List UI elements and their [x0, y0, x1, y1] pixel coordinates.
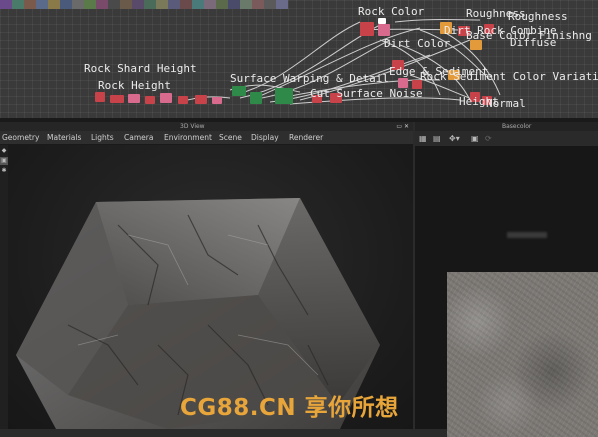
2d-view-title: Basecolor: [502, 123, 532, 130]
2d-view-toolbar: ▦ ▤ ✥▾ ▣ ⟳: [415, 131, 598, 146]
menu-materials[interactable]: Materials: [47, 131, 81, 144]
camera-icon[interactable]: ▣: [0, 157, 8, 165]
frame-label: Rock Shard Height: [84, 62, 197, 75]
layers-icon[interactable]: ▤: [433, 134, 441, 143]
frame-label: Cut Surface Noise: [310, 87, 423, 100]
rock-mesh-preview: [16, 198, 380, 429]
frame-label: Diffuse: [510, 36, 557, 49]
menu-camera[interactable]: Camera: [124, 131, 153, 144]
graph-node[interactable]: [145, 96, 155, 104]
watermark: CG88.CN 享你所想: [180, 395, 399, 421]
close-icon[interactable]: ✕: [404, 123, 409, 130]
light-icon[interactable]: ✱: [0, 167, 8, 175]
graph-node[interactable]: [378, 18, 386, 24]
graph-node[interactable]: [160, 93, 172, 103]
3d-viewport[interactable]: [8, 145, 413, 429]
3d-view-panel: 3D View ▭ ✕ Geometry Materials Lights Ca…: [0, 122, 413, 429]
2d-texture-canvas[interactable]: [415, 146, 598, 437]
graph-node[interactable]: [212, 97, 222, 104]
frame-label: Rock Color: [358, 5, 425, 18]
graph-node[interactable]: [250, 92, 262, 104]
graph-node[interactable]: [195, 95, 207, 104]
graph-node[interactable]: [178, 96, 188, 104]
menu-display[interactable]: Display: [251, 131, 279, 144]
tile-icon[interactable]: ▣: [471, 134, 479, 143]
graph-node[interactable]: [95, 92, 105, 102]
graph-node[interactable]: [128, 94, 140, 103]
frame-label: Normal: [486, 97, 526, 110]
frame-label: Surface Warping & Detail: [230, 72, 389, 85]
graph-node[interactable]: [275, 88, 293, 104]
menu-environment[interactable]: Environment: [164, 131, 212, 144]
grid-icon[interactable]: ▦: [419, 134, 427, 143]
frame-label: Rock Sediment Color Variati: [420, 70, 598, 83]
frame-label: Dirt Color: [384, 37, 451, 50]
graph-node[interactable]: [378, 24, 390, 36]
window-controls[interactable]: ▭ ✕: [396, 123, 409, 130]
expand-icon[interactable]: ▭: [396, 123, 402, 130]
menu-renderer[interactable]: Renderer: [289, 131, 323, 144]
select-icon[interactable]: ◆: [0, 147, 8, 155]
viewport-tools: ◆ ▣ ✱: [0, 145, 8, 185]
frame-label: Rock Height: [98, 79, 171, 92]
menu-lights[interactable]: Lights: [91, 131, 114, 144]
graph-node[interactable]: [110, 95, 124, 103]
3d-view-header: 3D View ▭ ✕: [0, 122, 413, 131]
2d-view-panel: Basecolor ▦ ▤ ✥▾ ▣ ⟳: [415, 122, 598, 437]
refresh-icon[interactable]: ⟳: [485, 134, 492, 143]
transform-icon[interactable]: ✥▾: [449, 134, 460, 143]
blurred-overlay: [507, 232, 547, 238]
menu-geometry[interactable]: Geometry: [2, 131, 39, 144]
menu-scene[interactable]: Scene: [219, 131, 242, 144]
2d-view-header: Basecolor: [415, 122, 598, 131]
3d-view-menubar: Geometry Materials Lights Camera Environ…: [0, 131, 413, 145]
graph-node[interactable]: [232, 86, 246, 96]
graph-node[interactable]: [360, 22, 374, 36]
frame-label: Roughness: [508, 10, 568, 23]
node-graph[interactable]: Rock Shard Height Rock Height Surface Wa…: [0, 0, 598, 118]
3d-view-title: 3D View: [180, 123, 205, 130]
basecolor-texture-preview: [447, 272, 598, 437]
